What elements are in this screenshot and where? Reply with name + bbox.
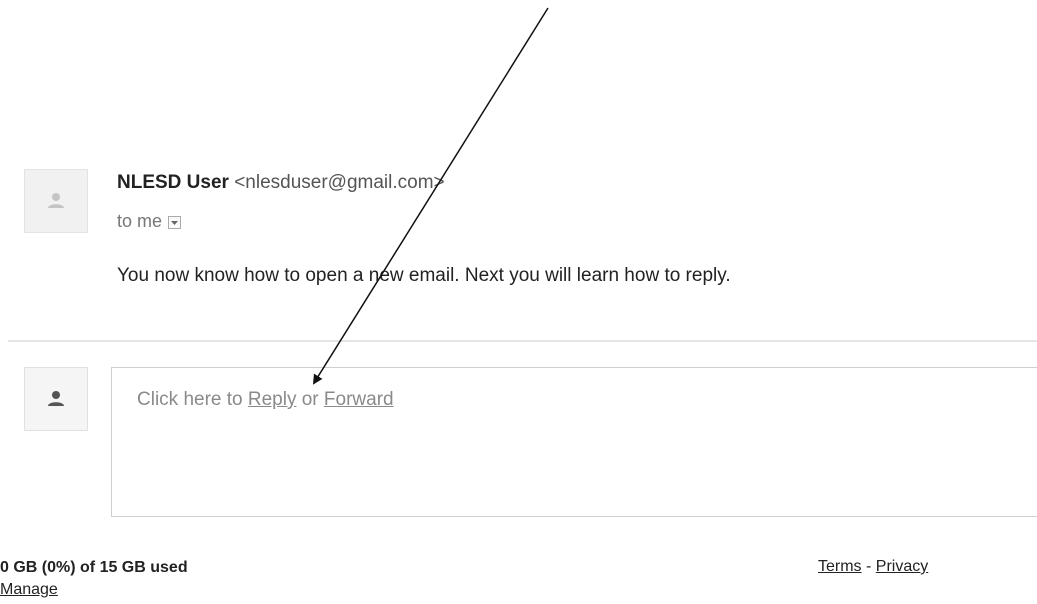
- terms-link[interactable]: Terms: [818, 558, 862, 575]
- recipient-line: to me: [117, 211, 182, 232]
- person-icon: [48, 193, 64, 208]
- privacy-link[interactable]: Privacy: [876, 558, 928, 575]
- recipient-label: to me: [117, 211, 163, 231]
- manage-link[interactable]: Manage: [0, 581, 58, 599]
- sender-avatar: [24, 169, 88, 233]
- arrow-line: [312, 7, 549, 385]
- divider: [8, 340, 1037, 342]
- reply-prefix: Click here to: [137, 389, 248, 410]
- footer-link-separator: -: [861, 558, 876, 575]
- storage-usage: 0 GB (0%) of 15 GB used: [0, 559, 188, 576]
- reply-link[interactable]: Reply: [248, 389, 297, 410]
- reply-separator: or: [296, 389, 324, 410]
- sender-name[interactable]: NLESD User: [117, 172, 229, 193]
- person-icon: [48, 391, 64, 406]
- message-body: You now know how to open a new email. Ne…: [117, 265, 731, 286]
- forward-link[interactable]: Forward: [324, 389, 394, 410]
- reply-avatar: [24, 367, 88, 431]
- reply-box[interactable]: Click here to Reply or Forward: [111, 367, 1037, 517]
- sender-email: <nlesduser@gmail.com>: [234, 172, 445, 193]
- caret-down-icon: [171, 221, 179, 225]
- footer-links: Terms - Privacy: [818, 558, 928, 576]
- sender-line: NLESD User <nlesduser@gmail.com>: [117, 172, 445, 194]
- reply-prompt: Click here to Reply or Forward: [137, 389, 394, 411]
- details-dropdown-button[interactable]: [168, 216, 182, 229]
